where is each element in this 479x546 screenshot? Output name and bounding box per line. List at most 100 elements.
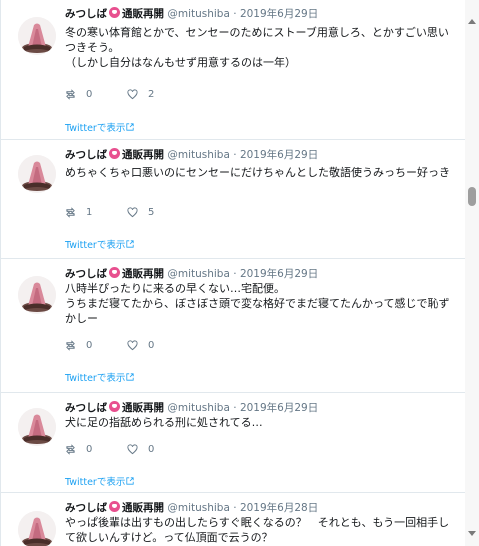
tweet-header: みつしば 通販再開 @mitushiba · 2019年6月29日 bbox=[65, 267, 318, 281]
avatar-image bbox=[18, 511, 56, 546]
tweet-item[interactable]: みつしば 通販再開 @mitushiba · 2019年6月28日 やっぱ後輩は出… bbox=[1, 494, 465, 546]
tweet-text: 冬の寒い体育館とかで、センセーのためにストーブ用意しろ、とかすごい思いつきそう。… bbox=[65, 26, 449, 69]
like-button[interactable]: 0 bbox=[127, 444, 189, 455]
heart-icon bbox=[127, 340, 138, 351]
tweet-item[interactable]: みつしば 通販再開 @mitushiba · 2019年6月29日 めちゃくちゃ口… bbox=[1, 141, 465, 259]
avatar[interactable] bbox=[18, 17, 56, 55]
tweet-text: やっぱ後輩は出すもの出したらすぐ眠くなるの？ それとも、もう一回相手して欲しいん… bbox=[65, 516, 450, 544]
display-name[interactable]: みつしば bbox=[65, 402, 107, 414]
tweet-item[interactable]: みつしば 通販再開 @mitushiba · 2019年6月29日 八時半ぴったり… bbox=[1, 260, 465, 393]
retweet-count: 1 bbox=[86, 207, 93, 218]
retweet-count: 0 bbox=[86, 444, 93, 455]
avatar[interactable] bbox=[18, 276, 56, 314]
user-handle[interactable]: @mitushiba bbox=[167, 149, 230, 161]
scrollbar-thumb[interactable] bbox=[468, 187, 476, 206]
retweet-icon bbox=[66, 340, 75, 351]
view-on-twitter-link[interactable]: Twitterで表示 bbox=[65, 474, 134, 488]
tweet-date[interactable]: 2019年6月29日 bbox=[240, 402, 318, 414]
avatar-image bbox=[18, 408, 56, 446]
retweet-button[interactable]: 0 bbox=[65, 89, 127, 100]
tweet-date[interactable]: 2019年6月29日 bbox=[240, 8, 318, 20]
tweet-date[interactable]: 2019年6月29日 bbox=[240, 268, 318, 280]
retweet-count: 0 bbox=[86, 340, 93, 351]
avatar[interactable] bbox=[18, 511, 56, 546]
tweet-header: みつしば 通販再開 @mitushiba · 2019年6月29日 bbox=[65, 7, 318, 21]
scroll-down-arrow-icon[interactable] bbox=[468, 531, 476, 536]
avatar-image bbox=[18, 276, 56, 314]
display-name-badge[interactable]: 通販再開 bbox=[122, 268, 164, 280]
avatar-image bbox=[18, 155, 56, 193]
display-name-badge[interactable]: 通販再開 bbox=[122, 502, 164, 514]
like-count: 0 bbox=[148, 340, 155, 351]
tweet-actions: 1 5 bbox=[65, 207, 189, 218]
user-handle[interactable]: @mitushiba bbox=[167, 502, 230, 514]
separator: · bbox=[233, 8, 237, 20]
display-name[interactable]: みつしば bbox=[65, 268, 107, 280]
user-handle[interactable]: @mitushiba bbox=[167, 8, 230, 20]
display-name-badge[interactable]: 通販再開 bbox=[122, 149, 164, 161]
like-button[interactable]: 5 bbox=[127, 207, 189, 218]
tweet-date[interactable]: 2019年6月28日 bbox=[240, 502, 318, 514]
retweet-icon bbox=[66, 444, 75, 455]
tweet-date[interactable]: 2019年6月29日 bbox=[240, 149, 318, 161]
tweet-header: みつしば 通販再開 @mitushiba · 2019年6月28日 bbox=[65, 501, 318, 515]
heart-icon bbox=[127, 207, 138, 218]
view-on-twitter-label: Twitterで表示 bbox=[65, 373, 126, 384]
view-on-twitter-link[interactable]: Twitterで表示 bbox=[65, 237, 134, 251]
retweet-icon bbox=[66, 89, 75, 100]
tweet-actions: 0 2 bbox=[65, 89, 189, 100]
display-name[interactable]: みつしば bbox=[65, 502, 107, 514]
retweet-icon bbox=[66, 207, 75, 218]
separator: · bbox=[233, 402, 237, 414]
pink-heart-emoji-icon bbox=[109, 267, 120, 278]
external-link-icon bbox=[126, 123, 134, 131]
tweet-item[interactable]: みつしば 通販再開 @mitushiba · 2019年6月29日 犬に足の指舐め… bbox=[1, 394, 465, 493]
view-on-twitter-label: Twitterで表示 bbox=[65, 123, 126, 134]
pink-heart-emoji-icon bbox=[109, 401, 120, 412]
tweet-text: 八時半ぴったりに来るの早くない…宅配便。 うちまだ寝てたから、ぼさぼさ頭で変な格… bbox=[65, 282, 450, 325]
tweet-item[interactable]: みつしば 通販再開 @mitushiba · 2019年6月29日 冬の寒い体育館… bbox=[1, 0, 465, 140]
like-count: 0 bbox=[148, 444, 155, 455]
tweet-text: 犬に足の指舐められる刑に処されてる… bbox=[65, 416, 263, 429]
heart-icon bbox=[127, 444, 138, 455]
pink-heart-emoji-icon bbox=[109, 148, 120, 159]
pink-heart-emoji-icon bbox=[109, 7, 120, 18]
tweet-text: めちゃくちゃ口悪いのにセンセーにだけちゃんとした敬語使うみっちー好っき bbox=[65, 166, 450, 179]
display-name[interactable]: みつしば bbox=[65, 149, 107, 161]
retweet-button[interactable]: 0 bbox=[65, 444, 127, 455]
like-button[interactable]: 2 bbox=[127, 89, 189, 100]
separator: · bbox=[233, 268, 237, 280]
view-on-twitter-link[interactable]: Twitterで表示 bbox=[65, 120, 134, 134]
like-count: 2 bbox=[148, 89, 155, 100]
display-name-badge[interactable]: 通販再開 bbox=[122, 8, 164, 20]
view-on-twitter-label: Twitterで表示 bbox=[65, 477, 126, 488]
vertical-scrollbar[interactable] bbox=[465, 0, 479, 546]
like-button[interactable]: 0 bbox=[127, 340, 189, 351]
separator: · bbox=[233, 149, 237, 161]
separator: · bbox=[233, 502, 237, 514]
retweet-button[interactable]: 0 bbox=[65, 340, 127, 351]
retweet-button[interactable]: 1 bbox=[65, 207, 127, 218]
tweet-header: みつしば 通販再開 @mitushiba · 2019年6月29日 bbox=[65, 148, 318, 162]
pink-heart-emoji-icon bbox=[109, 501, 120, 512]
display-name-badge[interactable]: 通販再開 bbox=[122, 402, 164, 414]
tweet-header: みつしば 通販再開 @mitushiba · 2019年6月29日 bbox=[65, 401, 318, 415]
external-link-icon bbox=[126, 373, 134, 381]
user-handle[interactable]: @mitushiba bbox=[167, 402, 230, 414]
like-count: 5 bbox=[148, 207, 155, 218]
avatar[interactable] bbox=[18, 408, 56, 446]
avatar-image bbox=[18, 17, 56, 55]
heart-icon bbox=[127, 89, 138, 100]
tweet-actions: 0 0 bbox=[65, 340, 189, 351]
external-link-icon bbox=[126, 477, 134, 485]
avatar[interactable] bbox=[18, 155, 56, 193]
scroll-up-arrow-icon[interactable] bbox=[468, 19, 476, 24]
retweet-count: 0 bbox=[86, 89, 93, 100]
view-on-twitter-label: Twitterで表示 bbox=[65, 240, 126, 251]
external-link-icon bbox=[126, 240, 134, 248]
tweet-actions: 0 0 bbox=[65, 444, 189, 455]
view-on-twitter-link[interactable]: Twitterで表示 bbox=[65, 370, 134, 384]
tweet-timeline[interactable]: みつしば 通販再開 @mitushiba · 2019年6月29日 冬の寒い体育館… bbox=[0, 0, 465, 546]
user-handle[interactable]: @mitushiba bbox=[167, 268, 230, 280]
display-name[interactable]: みつしば bbox=[65, 8, 107, 20]
